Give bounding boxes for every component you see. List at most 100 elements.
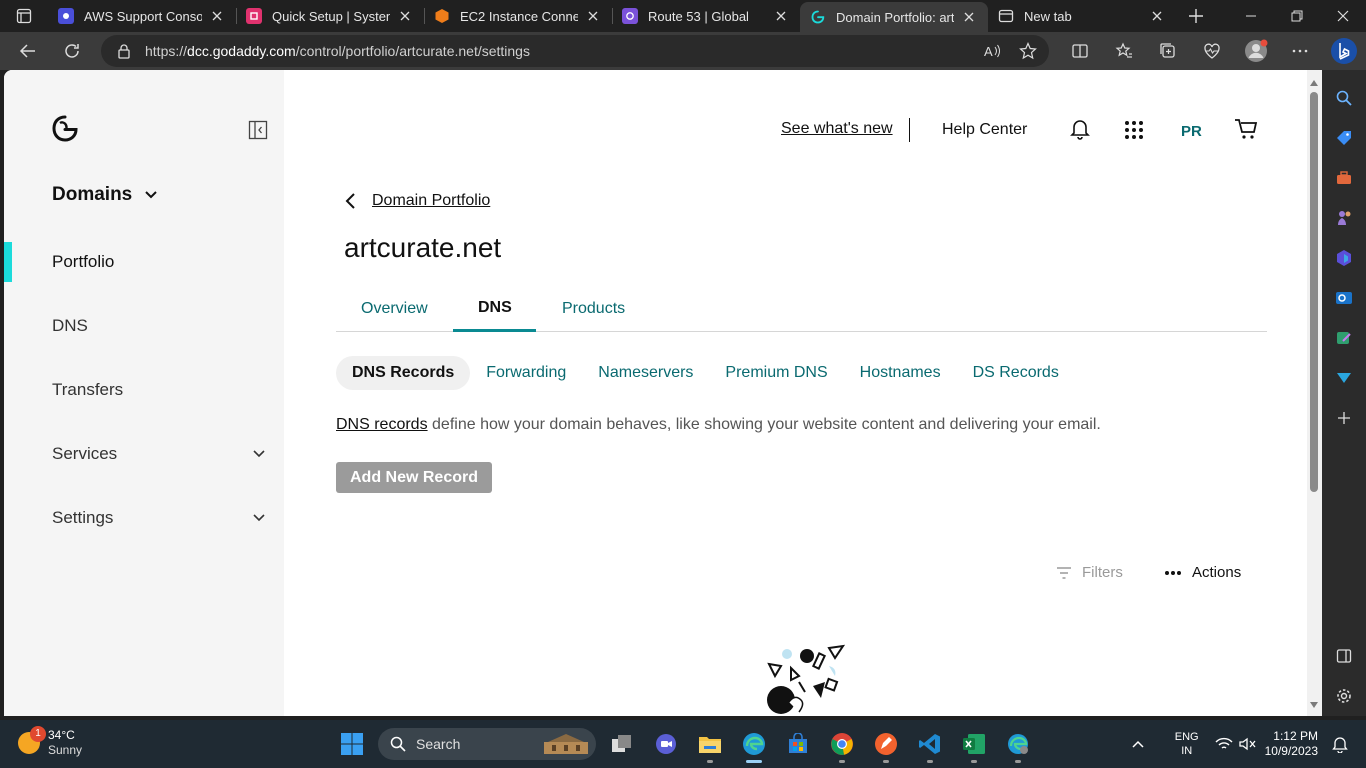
sidebar-hide-button[interactable]: [1328, 640, 1360, 672]
pen-app-button[interactable]: [868, 724, 904, 764]
tab-actions-icon: [16, 8, 32, 24]
chrome-button[interactable]: [824, 724, 860, 764]
start-button[interactable]: [334, 724, 370, 764]
settings-more-button[interactable]: [1278, 35, 1322, 67]
bell-icon[interactable]: [1070, 118, 1090, 140]
read-aloud-icon[interactable]: A: [983, 42, 1001, 60]
collapse-sidebar-icon[interactable]: [248, 120, 268, 140]
close-tab-icon[interactable]: [584, 7, 602, 25]
domains-menu[interactable]: Domains: [52, 184, 158, 206]
restore-button[interactable]: [1274, 0, 1320, 32]
sidebar-item-dns[interactable]: DNS: [4, 306, 284, 346]
outlook-icon: [1336, 292, 1352, 304]
actions-menu-button[interactable]: Actions: [1164, 564, 1241, 581]
sidebar-office-button[interactable]: [1328, 242, 1360, 274]
filters-button[interactable]: Filters: [1056, 564, 1123, 581]
browser-tab-ec2-connect[interactable]: EC2 Instance Connect: [424, 0, 612, 32]
profile-button[interactable]: [1234, 35, 1278, 67]
sidebar-item-settings[interactable]: Settings: [4, 498, 284, 538]
split-screen-button[interactable]: [1058, 35, 1102, 67]
sidebar-designer-button[interactable]: [1328, 322, 1360, 354]
notification-bell-icon[interactable]: [1332, 735, 1348, 753]
chevron-left-icon[interactable]: [344, 192, 356, 210]
subtab-dns-records[interactable]: DNS Records: [336, 356, 471, 390]
chess-piece-icon: [1338, 211, 1351, 225]
input-language-indicator[interactable]: ENG IN: [1175, 730, 1199, 758]
collections-button[interactable]: [1146, 35, 1190, 67]
new-tab-button[interactable]: [1176, 0, 1216, 32]
godaddy-logo[interactable]: [50, 114, 80, 144]
edge-browser-button[interactable]: [736, 724, 772, 764]
taskbar-search-box[interactable]: Search: [378, 728, 596, 760]
teams-chat-button[interactable]: [648, 724, 684, 764]
bing-chat-button[interactable]: [1322, 35, 1366, 67]
sidebar-outlook-button[interactable]: [1328, 282, 1360, 314]
see-whats-new-link[interactable]: See what's new: [781, 120, 893, 138]
sidebar-item-portfolio[interactable]: Portfolio: [4, 242, 284, 282]
tab-overview[interactable]: Overview: [361, 300, 428, 318]
task-view-icon: [612, 735, 631, 752]
scroll-down-arrow-icon[interactable]: [1310, 702, 1318, 708]
subtab-ds-records[interactable]: DS Records: [957, 356, 1075, 390]
sidebar-tools-button[interactable]: [1328, 162, 1360, 194]
scrollbar-thumb[interactable]: [1310, 92, 1318, 492]
weather-widget[interactable]: 1 34°C Sunny: [18, 726, 82, 758]
microsoft-store-button[interactable]: [780, 724, 816, 764]
browser-tab-domain-portfolio[interactable]: Domain Portfolio: artcurate: [800, 2, 988, 32]
sidebar-search-button[interactable]: [1328, 82, 1360, 114]
close-tab-icon[interactable]: [208, 7, 226, 25]
help-center-link[interactable]: Help Center: [942, 121, 1027, 139]
tab-products[interactable]: Products: [562, 300, 625, 318]
chevron-up-icon[interactable]: [1131, 739, 1145, 749]
ec2-favicon-icon: [434, 8, 450, 24]
browser-essentials-button[interactable]: [1190, 35, 1234, 67]
search-icon: [390, 736, 406, 752]
sidebar-settings-button[interactable]: [1328, 680, 1360, 712]
sidebar-send-button[interactable]: [1328, 362, 1360, 394]
subtab-hostnames[interactable]: Hostnames: [844, 356, 957, 390]
task-view-button[interactable]: [604, 724, 640, 764]
subtab-nameservers[interactable]: Nameservers: [582, 356, 709, 390]
browser-tab-quick-setup[interactable]: Quick Setup | Systems: [236, 0, 424, 32]
file-explorer-button[interactable]: [692, 724, 728, 764]
excel-button[interactable]: [956, 724, 992, 764]
tab-dns[interactable]: DNS: [478, 299, 512, 317]
sidebar-shopping-button[interactable]: [1328, 122, 1360, 154]
close-tab-icon[interactable]: [960, 8, 978, 26]
tab-actions-button[interactable]: [0, 0, 48, 32]
add-new-record-button[interactable]: Add New Record: [336, 462, 492, 493]
favorites-button[interactable]: [1102, 35, 1146, 67]
dns-records-description: DNS records define how your domain behav…: [336, 416, 1101, 434]
browser-tab-aws-support[interactable]: AWS Support Console: [48, 0, 236, 32]
close-window-button[interactable]: [1320, 0, 1366, 32]
back-button[interactable]: [8, 35, 48, 67]
close-tab-icon[interactable]: [772, 7, 790, 25]
sidebar-item-transfers[interactable]: Transfers: [4, 370, 284, 410]
breadcrumb-domain-portfolio-link[interactable]: Domain Portfolio: [372, 192, 490, 210]
dns-records-help-link[interactable]: DNS records: [336, 416, 428, 433]
sidebar-add-button[interactable]: [1328, 402, 1360, 434]
subtab-premium-dns[interactable]: Premium DNS: [709, 356, 843, 390]
vscode-button[interactable]: [912, 724, 948, 764]
browser-tab-route53[interactable]: Route 53 | Global: [612, 0, 800, 32]
scroll-up-arrow-icon[interactable]: [1310, 80, 1318, 86]
sidebar-item-services[interactable]: Services: [4, 434, 284, 474]
sidebar-games-button[interactable]: [1328, 202, 1360, 234]
account-initials-button[interactable]: PR: [1181, 123, 1202, 140]
close-tab-icon[interactable]: [396, 7, 414, 25]
browser-tab-new-tab[interactable]: New tab: [988, 0, 1176, 32]
subtab-forwarding[interactable]: Forwarding: [470, 356, 582, 390]
favorite-star-icon[interactable]: [1019, 42, 1037, 60]
chat-camera-icon: [656, 734, 676, 754]
wifi-icon[interactable]: [1215, 737, 1233, 751]
close-tab-icon[interactable]: [1148, 7, 1166, 25]
page-scrollbar[interactable]: [1307, 70, 1322, 716]
volume-muted-icon[interactable]: [1238, 737, 1257, 751]
edge-profile-button[interactable]: [1000, 724, 1036, 764]
refresh-button[interactable]: [52, 35, 92, 67]
address-bar[interactable]: https://dcc.godaddy.com/control/portfoli…: [101, 35, 1049, 67]
minimize-button[interactable]: [1228, 0, 1274, 32]
cart-icon[interactable]: [1234, 118, 1258, 140]
system-clock[interactable]: 1:12 PM 10/9/2023: [1265, 729, 1318, 759]
apps-grid-icon[interactable]: [1124, 120, 1144, 140]
